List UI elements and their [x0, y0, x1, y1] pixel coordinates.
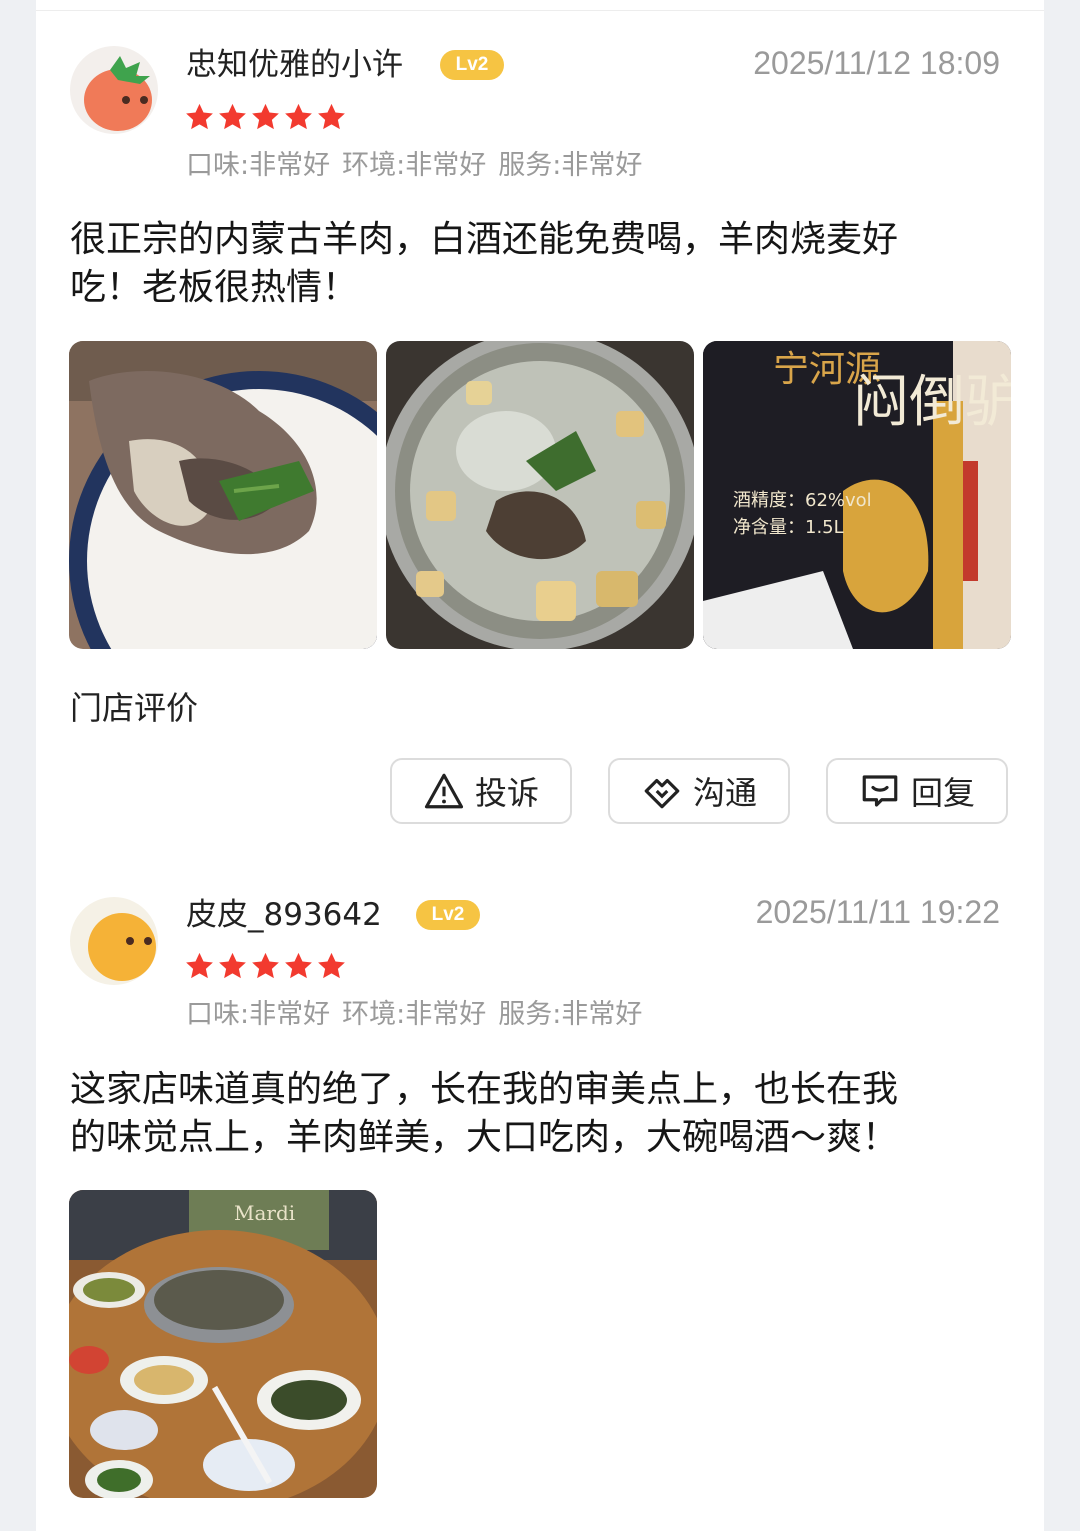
star-icon [219, 952, 246, 979]
review-photo[interactable] [386, 341, 694, 649]
review-list: 忠知优雅的小许 Lv2 2025/11/12 18:09 口味:非常好 环境:非常… [36, 0, 1044, 1531]
divider [36, 10, 1044, 11]
reply-label: 回复 [910, 774, 975, 812]
user-name[interactable]: 皮皮_893642 [186, 895, 382, 935]
dining-table-photo: Mardi [69, 1190, 377, 1498]
review-text-line: 的味觉点上，羊肉鲜美，大口吃肉，大碗喝酒～爽！ [70, 1117, 899, 1158]
review-text-line: 这家店味道真的绝了，长在我的审美点上，也长在我 [70, 1069, 899, 1110]
star-icon [285, 103, 312, 130]
star-icon [252, 952, 279, 979]
sign-text: Mardi [234, 1201, 295, 1225]
review-time: 2025/11/11 19:22 [755, 894, 1000, 930]
rating-taste: 口味:非常好 [186, 150, 331, 181]
star-icon [186, 103, 213, 130]
star-icon [285, 952, 312, 979]
avatar[interactable] [70, 897, 158, 985]
star-icon [318, 103, 345, 130]
reply-comment-icon [862, 775, 898, 807]
complain-label: 投诉 [474, 774, 539, 812]
avatar[interactable] [70, 46, 158, 134]
rating-taste: 口味:非常好 [186, 999, 331, 1030]
review-photo[interactable]: Mardi [69, 1190, 377, 1498]
review-text: 这家店味道真的绝了，长在我的审美点上，也长在我 的味觉点上，羊肉鲜美，大口吃肉，… [70, 1066, 1010, 1162]
review-photo[interactable]: 宁河源 闷倒驴 酒精度：62%vol 净含量：1.5L [703, 341, 1011, 649]
review-text-line: 很正宗的内蒙古羊肉，白酒还能免费喝，羊肉烧麦好 [70, 219, 899, 260]
reply-button[interactable]: 回复 [826, 758, 1008, 824]
level-badge: Lv2 [440, 50, 504, 80]
star-rating [184, 951, 347, 981]
review-photo[interactable] [69, 341, 377, 649]
bottle-abv: 酒精度：62%vol [733, 490, 872, 511]
sub-ratings: 口味:非常好 环境:非常好 服务:非常好 [186, 149, 654, 183]
sub-ratings: 口味:非常好 环境:非常好 服务:非常好 [186, 998, 654, 1032]
star-icon [252, 103, 279, 130]
hotpot-photo [386, 341, 694, 649]
review-time: 2025/11/12 18:09 [753, 45, 1000, 81]
star-rating [184, 102, 347, 132]
bottle-volume: 净含量：1.5L [733, 517, 844, 538]
rating-environment: 环境:非常好 [342, 999, 487, 1030]
liquor-bottle-photo: 宁河源 闷倒驴 酒精度：62%vol 净含量：1.5L [703, 341, 1011, 649]
star-icon [186, 952, 213, 979]
egg-avatar-icon [70, 897, 158, 985]
rating-service: 服务:非常好 [498, 999, 643, 1030]
communicate-label: 沟通 [692, 774, 757, 812]
review-text: 很正宗的内蒙古羊肉，白酒还能免费喝，羊肉烧麦好 吃！老板很热情！ [70, 216, 1010, 312]
warning-icon [424, 773, 464, 809]
bottle-name: 闷倒驴 [853, 370, 1011, 435]
complain-button[interactable]: 投诉 [390, 758, 572, 824]
shop-review-label: 门店评价 [70, 689, 199, 727]
communicate-button[interactable]: 沟通 [608, 758, 790, 824]
strawberry-avatar-icon [70, 46, 158, 134]
lamb-plate-photo [69, 341, 377, 649]
level-badge: Lv2 [416, 900, 480, 930]
star-icon [219, 103, 246, 130]
user-name[interactable]: 忠知优雅的小许 [186, 45, 403, 85]
rating-service: 服务:非常好 [498, 150, 643, 181]
rating-environment: 环境:非常好 [342, 150, 487, 181]
review-text-line: 吃！老板很热情！ [70, 267, 359, 308]
star-icon [318, 952, 345, 979]
handshake-icon [644, 778, 680, 809]
